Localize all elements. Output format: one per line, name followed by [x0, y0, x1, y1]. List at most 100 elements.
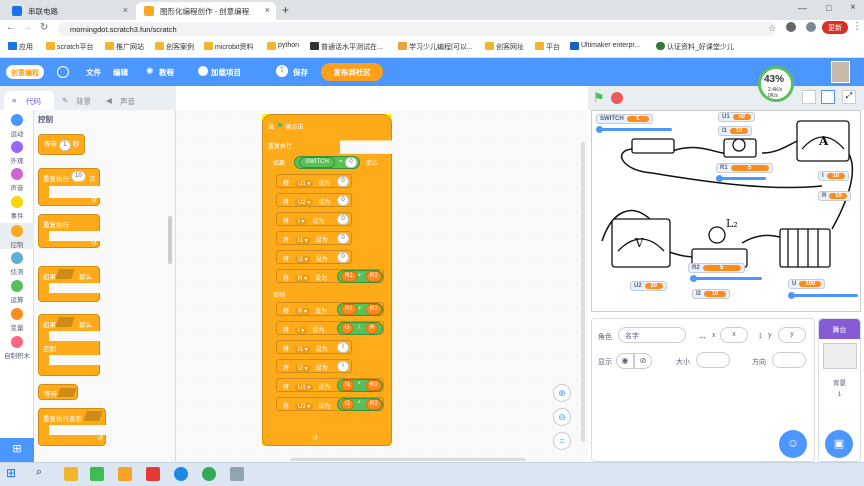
size-field[interactable] — [696, 352, 730, 368]
value-input[interactable]: 0 — [337, 214, 349, 225]
edge-icon[interactable] — [174, 467, 188, 481]
monitor-u[interactable]: U 100 — [788, 279, 826, 289]
y-field[interactable]: y — [778, 327, 806, 343]
variable-dropdown[interactable]: I1 ▾ — [295, 237, 311, 244]
value-input[interactable]: 0 — [337, 233, 349, 244]
variable-dropdown[interactable]: I2 ▾ — [295, 256, 311, 263]
extension-icon[interactable] — [786, 22, 796, 32]
palette-if-block[interactable]: 如果 那么 — [38, 266, 101, 302]
monitor-r[interactable]: R 10 — [818, 191, 852, 201]
monitor-u1[interactable]: U1 50 — [718, 112, 755, 122]
large-stage-icon[interactable] — [821, 90, 835, 104]
bookmark-item[interactable]: microbit资料 — [204, 42, 254, 52]
operand-a[interactable]: U — [341, 323, 354, 334]
menu-load-project[interactable]: 加载项目 — [211, 67, 241, 78]
set-variable-block[interactable]: 将 I2 ▾ 设为 0 — [276, 250, 352, 264]
switch-slider[interactable] — [596, 126, 672, 133]
value-input[interactable]: I — [337, 361, 349, 372]
operator-reporter[interactable]: R1 + R2 — [337, 270, 383, 283]
small-stage-icon[interactable] — [802, 90, 816, 104]
menu-edit[interactable]: 编辑 — [113, 67, 128, 78]
new-tab-icon[interactable]: + — [282, 3, 289, 17]
language-globe-icon[interactable] — [57, 66, 69, 78]
variable-dropdown[interactable]: I ▾ — [295, 327, 308, 334]
category-sensing[interactable]: 侦测 — [0, 252, 34, 276]
monitor-i[interactable]: I 10 — [818, 171, 849, 181]
palette-repeat-until-block[interactable]: 重复执行直到 ↺ — [38, 408, 107, 446]
category-operators[interactable]: 运算 — [0, 280, 34, 304]
file-explorer-icon[interactable] — [64, 467, 78, 481]
set-variable-block[interactable]: 将 U2 ▾ 设为 0 — [276, 193, 352, 207]
condition-slot[interactable] — [83, 411, 103, 421]
bookmark-item[interactable]: 创客案例 — [155, 42, 194, 52]
stop-icon[interactable] — [611, 92, 623, 104]
bookmark-star-icon[interactable]: ☆ — [768, 23, 776, 34]
switch-reporter[interactable]: SWITCH — [299, 157, 335, 168]
palette-if-else-block[interactable]: 如果 那么 否则 — [38, 314, 101, 376]
zoom-in-button[interactable]: ⊕ — [553, 384, 571, 402]
variable-dropdown[interactable]: R ▾ — [295, 308, 311, 315]
publish-community-button[interactable]: 发布到社区 — [321, 63, 383, 81]
operand-b[interactable]: R2 — [366, 271, 382, 282]
variable-dropdown[interactable]: U2 ▾ — [295, 199, 314, 206]
window-app-icon[interactable] — [230, 467, 244, 481]
set-variable-block[interactable]: 将 U1 ▾ 设为 I1 * R1 — [276, 378, 384, 392]
chrome-icon[interactable] — [202, 467, 216, 481]
variable-dropdown[interactable]: I ▾ — [295, 218, 308, 225]
search-icon[interactable]: ⌕ — [36, 466, 42, 479]
operator-reporter[interactable]: I1 * R1 — [337, 379, 383, 392]
show-eye-icon[interactable]: ◉ — [616, 353, 634, 369]
browser-tab-1[interactable]: 串联电路 × — [4, 2, 134, 20]
add-backdrop-button[interactable]: ▣ — [825, 430, 853, 458]
hat-block[interactable]: 当 ⚑ 被点击 — [268, 121, 303, 132]
value-input[interactable]: I — [337, 342, 349, 353]
set-variable-block[interactable]: 将 I2 ▾ 设为 I — [276, 359, 352, 373]
monitor-i1[interactable]: I1 10 — [718, 126, 753, 136]
category-control[interactable]: 控制 — [0, 223, 34, 249]
browser-tab-2[interactable]: 图形化编程创作 - 创意编程 × — [136, 2, 276, 20]
operator-reporter[interactable]: U / R — [337, 322, 383, 335]
backdrop-thumbnail[interactable] — [823, 343, 857, 369]
monitor-r2[interactable]: R2 5 — [688, 263, 745, 273]
operand-a[interactable]: R1 — [341, 271, 357, 282]
bookmark-item[interactable]: 平台 — [535, 42, 560, 52]
palette-scrollbar[interactable] — [168, 216, 172, 264]
menu-dots-icon[interactable]: ⋮ — [852, 21, 862, 32]
minimize-icon[interactable]: — — [798, 3, 807, 13]
sprite-name-field[interactable]: 名字 — [618, 327, 686, 343]
condition-slot[interactable] — [55, 317, 75, 327]
variable-dropdown[interactable]: I1 ▾ — [295, 346, 311, 353]
operand-b[interactable]: R2 — [366, 304, 382, 315]
profile-icon[interactable] — [806, 22, 816, 32]
close-window-icon[interactable]: × — [850, 2, 856, 13]
palette-forever-block[interactable]: 重复执行 ↺ — [38, 214, 101, 248]
set-variable-block[interactable]: 将I ▾ 设为 U / R — [276, 321, 384, 335]
operand-b[interactable]: R2 — [366, 399, 382, 410]
monitor-i2[interactable]: I2 10 — [692, 289, 731, 299]
value-input[interactable]: 0 — [337, 195, 349, 206]
category-sound[interactable]: 声音 — [0, 168, 34, 192]
maximize-icon[interactable]: □ — [826, 3, 831, 13]
user-avatar[interactable] — [831, 61, 850, 83]
x-field[interactable]: x — [720, 327, 748, 343]
monitor-switch[interactable]: SWITCH 1 — [596, 114, 653, 124]
r1-slider[interactable] — [716, 175, 766, 182]
bookmark-item[interactable]: 学习少儿编程|可以... — [398, 42, 473, 52]
app-icon[interactable] — [118, 467, 132, 481]
monitor-u2[interactable]: U2 20 — [630, 281, 667, 291]
fullscreen-icon[interactable]: ⤢ — [842, 90, 856, 104]
bookmark-item[interactable]: 认证资料_好课堂少儿 — [656, 42, 734, 52]
tab-close-icon[interactable]: × — [123, 5, 128, 15]
reload-icon[interactable]: ↻ — [40, 22, 48, 33]
set-variable-block[interactable]: 将R ▾ 设为 R1 + R2 — [276, 302, 384, 316]
url-field[interactable]: morningdot.scratch3.fun/scratch — [58, 22, 776, 36]
category-looks[interactable]: 外观 — [0, 141, 34, 165]
forward-icon[interactable]: → — [22, 22, 32, 33]
r2-slider[interactable] — [690, 275, 762, 282]
operand-a[interactable]: I2 — [341, 399, 355, 410]
bookmark-item[interactable]: 创客网址 — [485, 42, 524, 52]
add-sprite-button[interactable]: ☺ — [779, 430, 807, 458]
variable-dropdown[interactable]: R ▾ — [295, 275, 311, 282]
condition-slot[interactable] — [55, 269, 75, 279]
equals-operator[interactable]: SWITCH = 0 — [294, 156, 360, 169]
